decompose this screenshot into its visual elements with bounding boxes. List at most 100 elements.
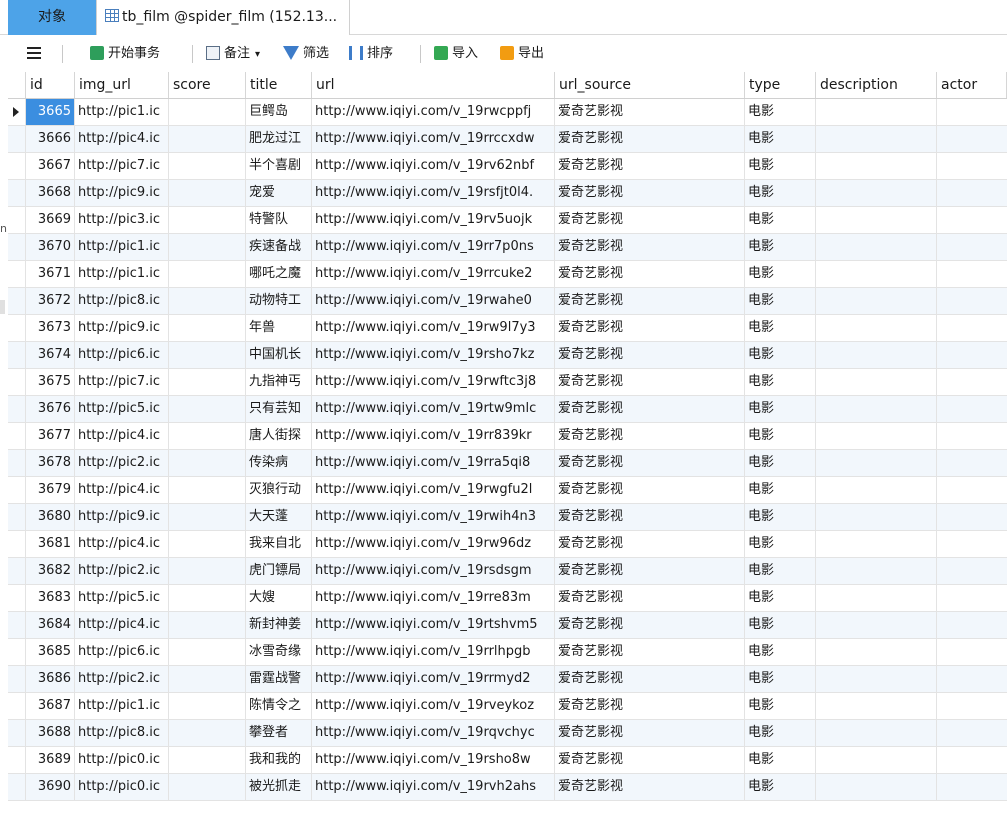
table-row[interactable]: 3668 http://pic9.ic 宠爱 http://www.iqiyi.com… [8, 180, 1007, 207]
sort-button[interactable]: 排序 [349, 44, 393, 64]
table-row[interactable]: 3685 http://pic6.ic 冰雪奇缘 http://www.iqiyi.c… [8, 639, 1007, 666]
cell-img-url[interactable]: http://pic5.ic [75, 396, 169, 422]
column-header-img-url[interactable]: img_url [75, 72, 169, 98]
table-row[interactable]: 3688 http://pic8.ic 攀登者 http://www.iqiyi.co… [8, 720, 1007, 747]
cell-description[interactable] [816, 261, 937, 287]
cell-actor[interactable] [937, 369, 1007, 395]
panel-scroll-thumb[interactable] [0, 300, 5, 314]
cell-url[interactable]: http://www.iqiyi.com/v_19rwftc3j8 [312, 369, 555, 395]
cell-description[interactable] [816, 531, 937, 557]
cell-description[interactable] [816, 666, 937, 692]
cell-actor[interactable] [937, 720, 1007, 746]
cell-url-source[interactable]: 爱奇艺影视 [555, 477, 745, 503]
cell-title[interactable]: 灭狼行动 [246, 477, 312, 503]
import-button[interactable]: 导入 [434, 44, 478, 64]
cell-score[interactable] [169, 585, 246, 611]
cell-img-url[interactable]: http://pic9.ic [75, 504, 169, 530]
cell-description[interactable] [816, 693, 937, 719]
cell-score[interactable] [169, 207, 246, 233]
cell-img-url[interactable]: http://pic7.ic [75, 369, 169, 395]
cell-type[interactable]: 电影 [745, 720, 816, 746]
row-marker[interactable] [8, 126, 26, 152]
cell-actor[interactable] [937, 396, 1007, 422]
cell-img-url[interactable]: http://pic1.ic [75, 99, 169, 125]
cell-url-source[interactable]: 爱奇艺影视 [555, 774, 745, 800]
cell-title[interactable]: 半个喜剧 [246, 153, 312, 179]
table-row[interactable]: 3683 http://pic5.ic 大嫂 http://www.iqiyi.com… [8, 585, 1007, 612]
cell-actor[interactable] [937, 639, 1007, 665]
cell-description[interactable] [816, 99, 937, 125]
table-row[interactable]: 3672 http://pic8.ic 动物特工 http://www.iqiyi.c… [8, 288, 1007, 315]
cell-url[interactable]: http://www.iqiyi.com/v_19rrmyd2 [312, 666, 555, 692]
cell-id[interactable]: 3672 [26, 288, 75, 314]
cell-score[interactable] [169, 369, 246, 395]
table-row[interactable]: 3682 http://pic2.ic 虎门镖局 http://www.iqiyi.c… [8, 558, 1007, 585]
cell-type[interactable]: 电影 [745, 207, 816, 233]
cell-img-url[interactable]: http://pic4.ic [75, 612, 169, 638]
cell-url-source[interactable]: 爱奇艺影视 [555, 639, 745, 665]
filter-button[interactable]: 筛选 [283, 44, 329, 64]
cell-url[interactable]: http://www.iqiyi.com/v_19rwahe0 [312, 288, 555, 314]
menu-icon[interactable] [27, 47, 41, 59]
cell-type[interactable]: 电影 [745, 261, 816, 287]
column-header-url[interactable]: url [312, 72, 555, 98]
cell-img-url[interactable]: http://pic2.ic [75, 558, 169, 584]
cell-url[interactable]: http://www.iqiyi.com/v_19rr839kr [312, 423, 555, 449]
cell-id[interactable]: 3665 [26, 99, 75, 125]
cell-score[interactable] [169, 639, 246, 665]
cell-score[interactable] [169, 531, 246, 557]
cell-id[interactable]: 3690 [26, 774, 75, 800]
cell-actor[interactable] [937, 99, 1007, 125]
cell-type[interactable]: 电影 [745, 774, 816, 800]
table-row[interactable]: 3689 http://pic0.ic 我和我的 http://www.iqiyi.c… [8, 747, 1007, 774]
cell-url-source[interactable]: 爱奇艺影视 [555, 369, 745, 395]
cell-actor[interactable] [937, 288, 1007, 314]
cell-url-source[interactable]: 爱奇艺影视 [555, 558, 745, 584]
cell-url-source[interactable]: 爱奇艺影视 [555, 288, 745, 314]
cell-img-url[interactable]: http://pic9.ic [75, 315, 169, 341]
table-row[interactable]: 3686 http://pic2.ic 雷霆战警 http://www.iqiyi.c… [8, 666, 1007, 693]
cell-description[interactable] [816, 207, 937, 233]
cell-title[interactable]: 动物特工 [246, 288, 312, 314]
cell-id[interactable]: 3678 [26, 450, 75, 476]
cell-title[interactable]: 虎门镖局 [246, 558, 312, 584]
cell-actor[interactable] [937, 693, 1007, 719]
cell-url[interactable]: http://www.iqiyi.com/v_19rwcppfj [312, 99, 555, 125]
cell-score[interactable] [169, 450, 246, 476]
cell-title[interactable]: 我来自北 [246, 531, 312, 557]
cell-img-url[interactable]: http://pic5.ic [75, 585, 169, 611]
row-marker[interactable] [8, 666, 26, 692]
cell-url[interactable]: http://www.iqiyi.com/v_19rra5qi8 [312, 450, 555, 476]
cell-url-source[interactable]: 爱奇艺影视 [555, 585, 745, 611]
table-row[interactable]: 3674 http://pic6.ic 中国机长 http://www.iqiyi.c… [8, 342, 1007, 369]
cell-type[interactable]: 电影 [745, 288, 816, 314]
row-marker[interactable] [8, 693, 26, 719]
cell-type[interactable]: 电影 [745, 747, 816, 773]
row-marker[interactable] [8, 153, 26, 179]
cell-img-url[interactable]: http://pic7.ic [75, 153, 169, 179]
cell-score[interactable] [169, 342, 246, 368]
cell-description[interactable] [816, 612, 937, 638]
cell-actor[interactable] [937, 450, 1007, 476]
row-marker[interactable] [8, 558, 26, 584]
table-row[interactable]: 3678 http://pic2.ic 传染病 http://www.iqiyi.co… [8, 450, 1007, 477]
cell-title[interactable]: 我和我的 [246, 747, 312, 773]
cell-actor[interactable] [937, 477, 1007, 503]
cell-img-url[interactable]: http://pic4.ic [75, 126, 169, 152]
cell-description[interactable] [816, 153, 937, 179]
cell-description[interactable] [816, 180, 937, 206]
row-marker[interactable] [8, 504, 26, 530]
cell-url[interactable]: http://www.iqiyi.com/v_19rwgfu2l [312, 477, 555, 503]
cell-title[interactable]: 巨鳄岛 [246, 99, 312, 125]
cell-score[interactable] [169, 666, 246, 692]
cell-actor[interactable] [937, 180, 1007, 206]
cell-id[interactable]: 3686 [26, 666, 75, 692]
cell-url-source[interactable]: 爱奇艺影视 [555, 504, 745, 530]
cell-id[interactable]: 3669 [26, 207, 75, 233]
cell-type[interactable]: 电影 [745, 585, 816, 611]
cell-url[interactable]: http://www.iqiyi.com/v_19rveykoz [312, 693, 555, 719]
table-row[interactable]: 3677 http://pic4.ic 唐人街探 http://www.iqiyi.c… [8, 423, 1007, 450]
cell-url-source[interactable]: 爱奇艺影视 [555, 315, 745, 341]
cell-title[interactable]: 九指神丐 [246, 369, 312, 395]
cell-img-url[interactable]: http://pic9.ic [75, 180, 169, 206]
